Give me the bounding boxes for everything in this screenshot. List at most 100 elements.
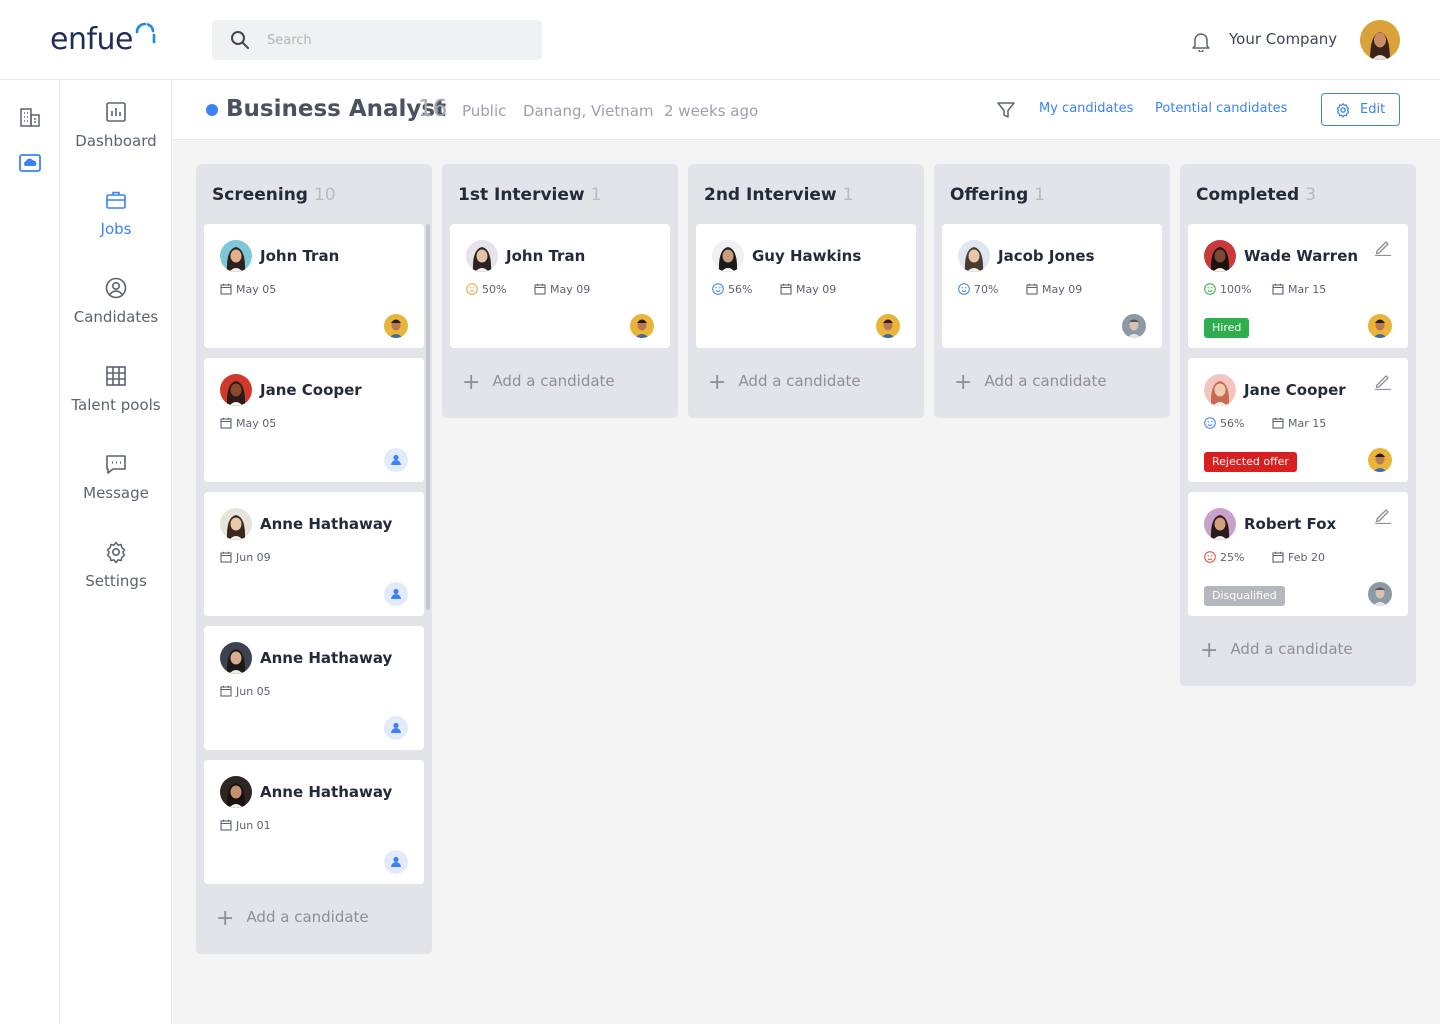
assign-owner-icon[interactable]	[384, 850, 408, 874]
column-title: Completed 3	[1196, 185, 1316, 205]
candidate-card[interactable]: Anne Hathaway Jun 05	[204, 626, 424, 750]
column-completed: Completed 3 Wade Warren 100% Mar 15 Hired Ja…	[1180, 164, 1416, 686]
candidate-avatar	[220, 776, 252, 808]
owner-avatar[interactable]	[876, 314, 900, 338]
owner-avatar[interactable]	[1368, 448, 1392, 472]
candidate-photo	[1204, 508, 1236, 540]
company-name[interactable]: Your Company	[1229, 30, 1337, 48]
job-header: Business Analyst 16 Public Danang, Vietn…	[172, 80, 1440, 140]
candidate-photo	[220, 240, 252, 272]
nav-candidates[interactable]: Candidates	[60, 276, 172, 356]
candidate-date: May 05	[220, 417, 276, 430]
candidate-card[interactable]: Guy Hawkins 56% May 09	[696, 224, 916, 348]
add-candidate-button[interactable]: + Add a candidate	[216, 906, 369, 931]
candidate-name: Wade Warren	[1244, 247, 1359, 265]
owner-avatar[interactable]	[1122, 314, 1146, 338]
candidate-card[interactable]: Robert Fox 25% Feb 20 Disqualified	[1188, 492, 1408, 616]
column-offering: Offering 1 Jacob Jones 70% May 09 + Add a can…	[934, 164, 1170, 418]
candidate-card[interactable]: Anne Hathaway Jun 01	[204, 760, 424, 884]
smile-icon	[1204, 283, 1216, 295]
owner-avatar[interactable]	[384, 314, 408, 338]
nav-settings[interactable]: Settings	[60, 540, 172, 620]
edit-button[interactable]: Edit	[1321, 93, 1400, 126]
user-avatar[interactable]	[1360, 20, 1400, 60]
assign-owner-icon[interactable]	[384, 716, 408, 740]
candidate-date: Mar 15	[1272, 283, 1326, 296]
candidate-date: Jun 05	[220, 685, 271, 698]
candidate-photo	[1204, 374, 1236, 406]
chart-icon	[106, 102, 126, 122]
job-location: Danang, Vietnam	[523, 102, 654, 120]
candidate-photo	[466, 240, 498, 272]
candidate-photo	[220, 642, 252, 674]
search-box	[212, 20, 542, 60]
job-title: Business Analyst	[226, 96, 447, 122]
grid-icon	[106, 366, 126, 386]
edit-button-label: Edit	[1360, 102, 1386, 117]
candidate-date-value: Jun 01	[236, 819, 271, 832]
calendar-icon	[1272, 551, 1284, 563]
candidate-avatar	[958, 240, 990, 272]
nav-jobs[interactable]: Jobs	[60, 188, 172, 268]
potential-candidates-link[interactable]: Potential candidates	[1155, 101, 1287, 116]
pencil-icon[interactable]	[1374, 506, 1392, 524]
search-input[interactable]	[267, 20, 527, 60]
pencil-icon[interactable]	[1374, 238, 1392, 256]
candidate-photo	[1204, 240, 1236, 272]
pencil-icon[interactable]	[1374, 372, 1392, 390]
column-title: 2nd Interview 1	[704, 185, 853, 205]
candidate-photo	[220, 374, 252, 406]
my-candidates-link[interactable]: My candidates	[1039, 101, 1133, 116]
candidate-score-value: 56%	[1220, 417, 1245, 430]
candidate-date: Mar 15	[1272, 417, 1326, 430]
add-candidate-button[interactable]: + Add a candidate	[708, 370, 861, 395]
column-scrollbar[interactable]	[426, 224, 430, 610]
owner-avatar[interactable]	[1368, 582, 1392, 606]
nav-message[interactable]: Message	[60, 452, 172, 532]
column-2nd-interview: 2nd Interview 1 Guy Hawkins 56% May 09 + Add …	[688, 164, 924, 418]
candidate-score-value: 50%	[482, 283, 507, 296]
plus-icon: +	[462, 370, 481, 395]
owner-avatar[interactable]	[630, 314, 654, 338]
briefcase-icon	[106, 191, 126, 209]
gear-icon	[106, 541, 126, 564]
candidate-card[interactable]: Jane Cooper May 05	[204, 358, 424, 482]
add-candidate-button[interactable]: + Add a candidate	[954, 370, 1107, 395]
candidate-avatar	[220, 240, 252, 272]
logo[interactable]: enfue	[50, 22, 134, 57]
candidate-card[interactable]: John Tran May 05	[204, 224, 424, 348]
add-candidate-button[interactable]: + Add a candidate	[1200, 638, 1353, 663]
add-candidate-button[interactable]: + Add a candidate	[462, 370, 615, 395]
cloud-icon[interactable]	[19, 152, 41, 174]
candidate-date-value: Mar 15	[1288, 283, 1327, 296]
owner-avatar[interactable]	[1368, 314, 1392, 338]
column-name: Screening	[212, 185, 308, 205]
column-title: 1st Interview 1	[458, 185, 601, 205]
column-count: 3	[1305, 185, 1317, 205]
user-circle-icon	[105, 277, 127, 299]
add-candidate-label: Add a candidate	[1230, 640, 1353, 658]
candidate-card[interactable]: Jane Cooper 56% Mar 15 Rejected offer	[1188, 358, 1408, 482]
candidate-avatar	[1204, 240, 1236, 272]
assign-owner-icon[interactable]	[384, 582, 408, 606]
candidate-card[interactable]: John Tran 50% May 09	[450, 224, 670, 348]
smile-icon	[958, 283, 970, 295]
candidate-name: Jane Cooper	[1244, 381, 1346, 399]
candidate-score: 70%	[958, 283, 998, 296]
candidate-card[interactable]: Wade Warren 100% Mar 15 Hired	[1188, 224, 1408, 348]
building-icon[interactable]	[19, 106, 41, 128]
candidate-card[interactable]: Anne Hathaway Jun 09	[204, 492, 424, 616]
candidate-photo	[220, 776, 252, 808]
top-bar: enfue Your Company	[0, 0, 1440, 80]
candidate-date-value: Jun 05	[236, 685, 271, 698]
nav-talent-pools[interactable]: Talent pools	[60, 364, 172, 444]
candidate-date-value: May 05	[236, 417, 277, 430]
candidate-name: Jane Cooper	[260, 381, 362, 399]
candidate-card[interactable]: Jacob Jones 70% May 09	[942, 224, 1162, 348]
assign-owner-icon[interactable]	[384, 448, 408, 472]
filter-icon[interactable]	[996, 100, 1016, 120]
bell-icon[interactable]	[1190, 30, 1212, 52]
candidate-date-value: Feb 20	[1288, 551, 1325, 564]
job-visibility: Public	[462, 102, 507, 120]
nav-dashboard[interactable]: Dashboard	[60, 100, 172, 180]
